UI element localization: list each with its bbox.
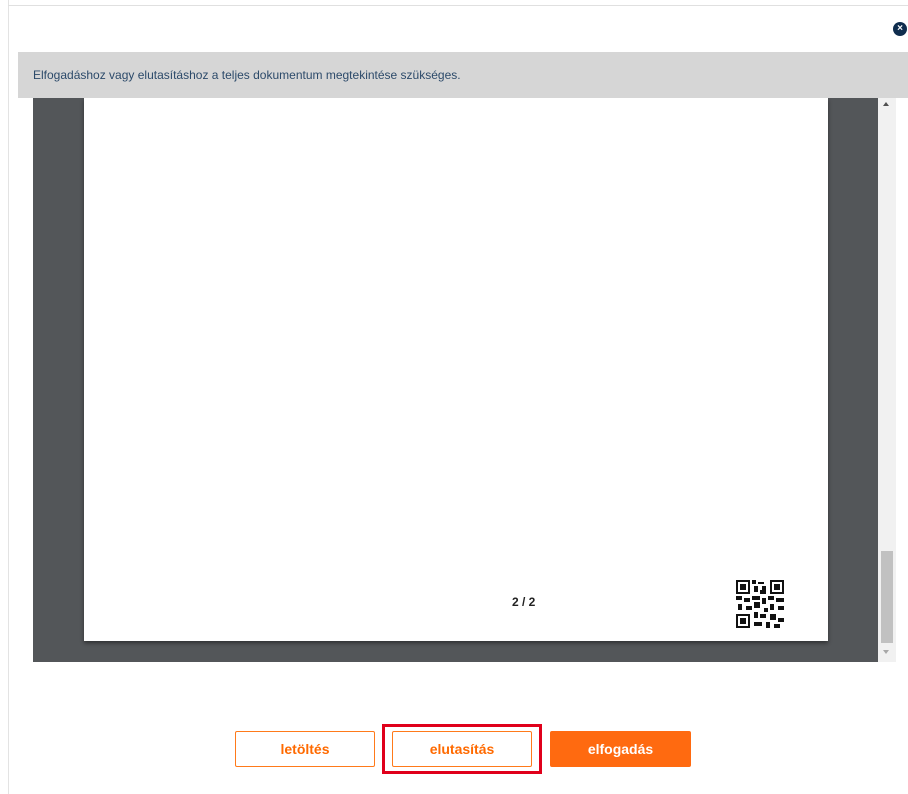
pdf-viewer[interactable]: 2 / 2 (33, 98, 896, 662)
close-icon[interactable]: × (893, 22, 907, 36)
scroll-thumb[interactable] (881, 551, 893, 643)
modal-top-edge (8, 5, 908, 6)
accept-button[interactable]: elfogadás (550, 731, 691, 767)
reject-highlight-box (382, 724, 542, 774)
notice-bar: Elfogadáshoz vagy elutasításhoz a teljes… (18, 52, 908, 98)
modal-left-edge (8, 0, 9, 794)
qr-code-icon (736, 580, 784, 628)
scroll-up-arrow-icon[interactable] (883, 102, 889, 106)
notice-text: Elfogadáshoz vagy elutasításhoz a teljes… (33, 68, 461, 82)
document-page: 2 / 2 (84, 98, 828, 641)
download-button[interactable]: letöltés (235, 731, 375, 767)
page-number: 2 / 2 (512, 595, 536, 609)
scroll-down-arrow-icon[interactable] (883, 650, 889, 654)
viewer-scrollbar[interactable] (878, 98, 896, 662)
